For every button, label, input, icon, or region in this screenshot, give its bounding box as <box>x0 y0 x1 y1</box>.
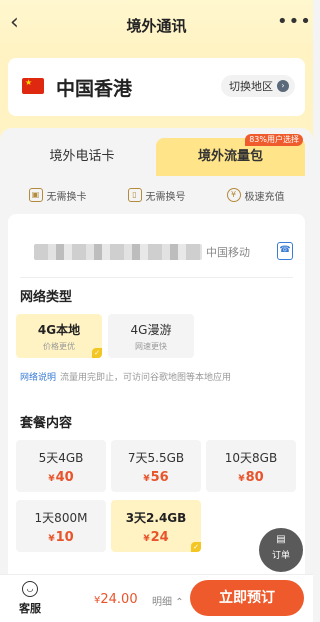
order-list-icon: ▤ <box>276 534 286 545</box>
phone-number-icon: ▯ <box>127 188 142 202</box>
region-name: 中国香港 <box>56 78 133 100</box>
network-type-title: 网络类型 <box>20 290 73 305</box>
feature-item: ▯ 无需换号 <box>127 184 186 206</box>
cn-flag-icon: ★ <box>22 78 44 94</box>
switch-region-button[interactable]: 切换地区 › <box>221 75 295 97</box>
main-content: 境外电话卡 境外流量包 83%用户选择 ▣ 无需换卡 ▯ 无需换号 ¥ 极速充值… <box>0 128 313 574</box>
more-icon[interactable]: ••• <box>277 9 311 35</box>
arrow-right-icon: › <box>277 80 289 92</box>
network-option-sub: 价格更优 <box>43 342 75 351</box>
package-price: ¥56 <box>143 470 169 485</box>
check-icon: ✓ <box>92 348 102 358</box>
package-price: ¥80 <box>238 470 264 485</box>
package-price: ¥10 <box>48 530 74 545</box>
network-note-text: 流量用完即止，可访问谷歌地图等本地应用 <box>60 373 232 383</box>
customer-service-label: 客服 <box>19 602 41 615</box>
tab-sim-card[interactable]: 境外电话卡 <box>8 138 156 176</box>
network-option-local[interactable]: 4G本地 价格更优 ✓ <box>16 314 102 358</box>
feature-label: 无需换卡 <box>46 191 87 203</box>
package-name: 3天2.4GB <box>125 511 187 525</box>
network-info-link[interactable]: 网络说明 <box>20 373 56 383</box>
feature-item: ¥ 极速充值 <box>226 184 285 206</box>
price-detail-toggle[interactable]: 明细 ⌃ <box>152 593 184 608</box>
book-now-button[interactable]: 立即预订 <box>190 580 304 616</box>
package-price: ¥40 <box>48 470 74 485</box>
package-option[interactable]: 1天800M ¥10 <box>16 500 106 552</box>
package-name: 7天5.5GB <box>127 451 185 465</box>
customer-service-button[interactable]: ◡ 客服 <box>12 581 48 616</box>
contacts-icon[interactable]: ☎ <box>277 242 293 260</box>
bottom-bar: ◡ 客服 ¥24.00 明细 ⌃ 立即预订 <box>0 574 313 622</box>
network-option-name: 4G漫游 <box>130 323 172 337</box>
page-title: 境外通讯 <box>126 17 187 35</box>
order-float-button[interactable]: ▤ 订单 <box>259 528 303 572</box>
phone-number-field[interactable] <box>34 244 202 260</box>
feature-label: 无需换号 <box>145 191 186 203</box>
switch-region-label: 切换地区 <box>229 80 273 93</box>
feature-list: ▣ 无需换卡 ▯ 无需换号 ¥ 极速充值 <box>8 184 305 206</box>
feature-item: ▣ 无需换卡 <box>28 184 87 206</box>
package-name: 5天4GB <box>38 451 84 465</box>
package-price: ¥24 <box>143 530 169 545</box>
check-icon: ✓ <box>191 542 201 552</box>
recharge-icon: ¥ <box>226 188 241 202</box>
network-option-roaming[interactable]: 4G漫游 网速更快 <box>108 314 194 358</box>
package-option[interactable]: 5天4GB ¥40 <box>16 440 106 492</box>
sim-card-icon: ▣ <box>28 188 43 202</box>
tab-data-package[interactable]: 境外流量包 83%用户选择 <box>156 134 305 176</box>
network-option-name: 4G本地 <box>37 323 81 337</box>
order-float-label: 订单 <box>271 551 290 561</box>
tab-data-package-label: 境外流量包 <box>197 149 263 164</box>
region-card: ★ 中国香港 切换地区 › <box>8 58 305 116</box>
carrier-label: 中国移动 <box>206 246 250 259</box>
package-name: 1天800M <box>34 511 88 525</box>
order-panel: 中国移动 ☎ 网络类型 4G本地 价格更优 ✓ 4G漫游 网速更快 网络说明 流量… <box>8 214 305 574</box>
network-note: 网络说明 流量用完即止，可访问谷歌地图等本地应用 <box>20 370 231 383</box>
network-option-sub: 网速更快 <box>135 342 167 351</box>
customer-service-icon: ◡ <box>22 581 38 597</box>
package-name: 10天8GB <box>224 451 278 465</box>
total-price: ¥24.00 <box>94 592 138 607</box>
product-tabs: 境外电话卡 境外流量包 83%用户选择 <box>8 134 305 176</box>
package-option[interactable]: 7天5.5GB ¥56 <box>111 440 201 492</box>
phone-number-row: 中国移动 ☎ <box>20 224 293 278</box>
package-option[interactable]: 10天8GB ¥80 <box>206 440 296 492</box>
package-title: 套餐内容 <box>20 416 73 431</box>
top-bar: ‹ 境外通讯 ••• <box>0 0 313 48</box>
chevron-up-icon: ⌃ <box>175 597 184 608</box>
package-option-selected[interactable]: 3天2.4GB ¥24 ✓ <box>111 500 201 552</box>
feature-label: 极速充值 <box>244 191 285 203</box>
popularity-badge: 83%用户选择 <box>245 134 303 146</box>
